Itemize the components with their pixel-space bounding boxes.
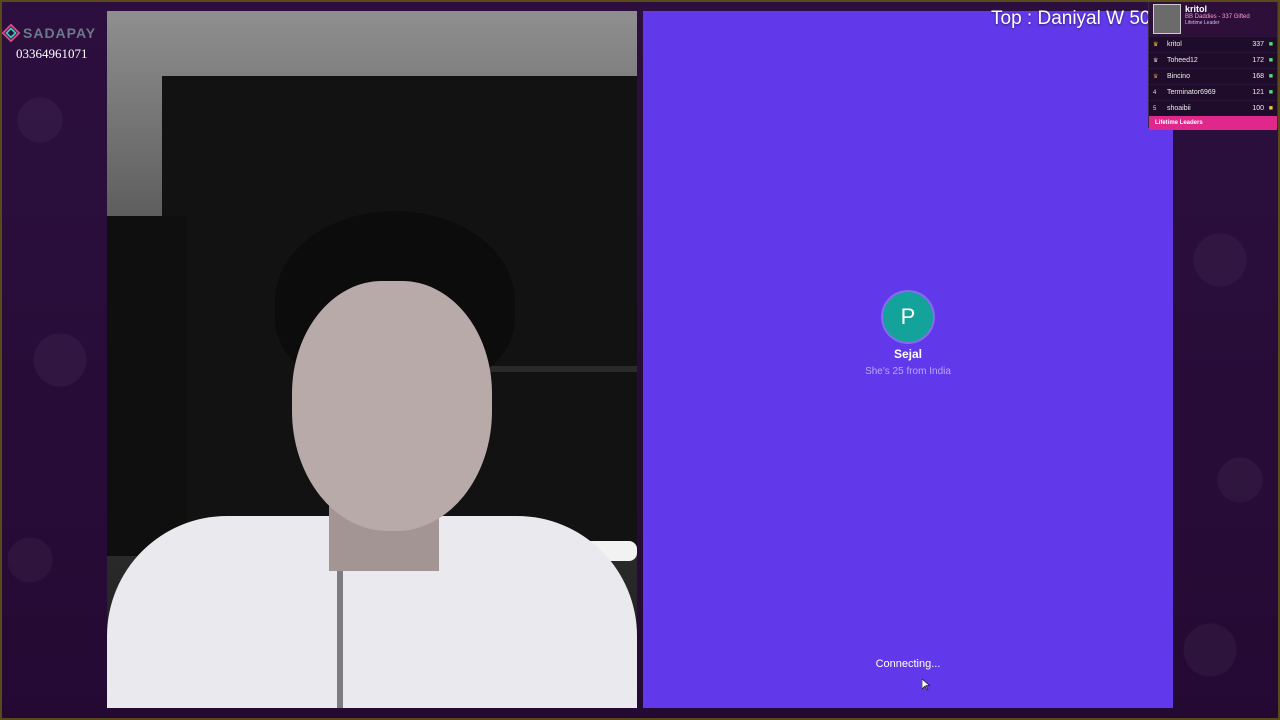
leaderboard-header: kritol BB Daddies - 337 Gifted Lifetime …: [1149, 2, 1277, 36]
peer-avatar[interactable]: P: [883, 292, 933, 342]
gift-icon: ■: [1268, 57, 1273, 64]
leader-name: Bincino: [1167, 73, 1190, 80]
gift-icon: ■: [1268, 89, 1273, 96]
peer-info: She's 25 from India: [865, 366, 951, 377]
mouse-cursor-icon: [922, 679, 930, 691]
top-donor-banner: Top : Daniyal W 5000: [991, 8, 1172, 29]
stranger-video-panel: P Sejal She's 25 from India Connecting..…: [643, 11, 1173, 708]
top-user-tag: Lifetime Leader: [1185, 20, 1220, 26]
top-user-avatar: [1153, 4, 1181, 34]
peer-name: Sejal: [893, 347, 923, 361]
leader-rank: 4: [1153, 89, 1157, 96]
leader-rank: 5: [1153, 105, 1157, 112]
gift-icon: ■: [1268, 41, 1273, 48]
sadapay-name: SADAPAY: [23, 25, 97, 41]
leaderboard-row: 4 Terminator6969 121 ■: [1149, 84, 1277, 100]
leader-name: Terminator6969: [1167, 89, 1216, 96]
leaderboard-row: ♛ Bincino 168 ■: [1149, 68, 1277, 84]
webcam-feed: [107, 11, 637, 708]
leader-name: kritol: [1167, 41, 1182, 48]
leaderboard-row: 5 shoaibii 100 ■: [1149, 100, 1277, 116]
leaderboard-row: ♛ Toheed12 172 ■: [1149, 52, 1277, 68]
leader-name: shoaibii: [1167, 105, 1191, 112]
sadapay-branding: SADAPAY 03364961071: [2, 24, 102, 62]
crown-icon: ♛: [1153, 42, 1159, 48]
sadapay-phone: 03364961071: [16, 46, 88, 61]
crown-icon: ♛: [1153, 74, 1159, 80]
leader-value: 121: [1252, 89, 1264, 96]
sadapay-logo-icon: [2, 24, 20, 42]
leader-value: 337: [1252, 41, 1264, 48]
leader-value: 172: [1252, 57, 1264, 64]
leaderboard-row: ♛ kritol 337 ■: [1149, 36, 1277, 52]
gift-icon: ■: [1268, 105, 1273, 112]
leader-value: 100: [1252, 105, 1264, 112]
connection-status: Connecting...: [875, 658, 941, 670]
leader-value: 168: [1252, 73, 1264, 80]
gift-icon: ■: [1268, 73, 1273, 80]
leader-name: Toheed12: [1167, 57, 1198, 64]
crown-icon: ♛: [1153, 58, 1159, 64]
top-user-name: kritol: [1185, 4, 1208, 14]
leaderboard: kritol BB Daddies - 337 Gifted Lifetime …: [1148, 1, 1278, 130]
leaderboard-footer: Lifetime Leaders: [1149, 116, 1277, 130]
